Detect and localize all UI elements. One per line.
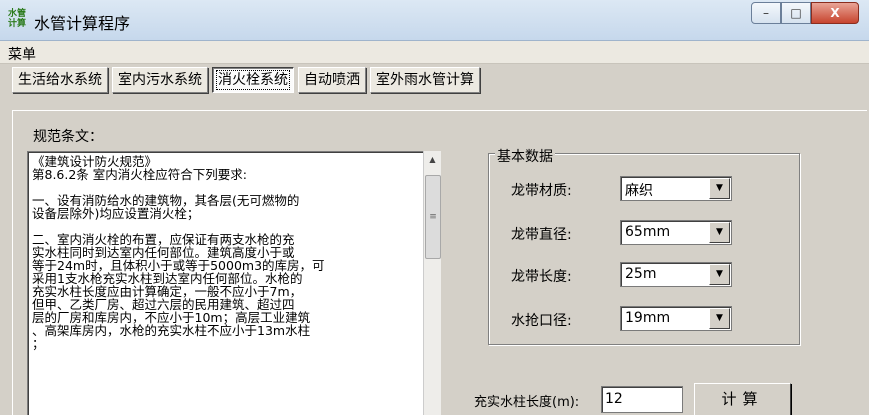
title-bar[interactable]: 水管 计算 水管计算程序 – □ X [0, 0, 869, 41]
scroll-thumb[interactable]: ≡ [425, 175, 441, 259]
tab-label: 消火栓系统 [216, 70, 290, 90]
tab-domestic-water[interactable]: 生活给水系统 [12, 67, 108, 93]
minimize-icon: – [763, 6, 769, 20]
tab-outdoor-rainwater[interactable]: 室外雨水管计算 [370, 67, 480, 93]
chevron-down-icon[interactable]: ▼ [709, 178, 730, 199]
close-button[interactable]: X [811, 2, 859, 24]
tab-label: 自动喷洒 [304, 72, 360, 88]
app-icon: 水管 计算 [8, 9, 27, 29]
maximize-button[interactable]: □ [781, 2, 811, 24]
menu-main[interactable]: 菜单 [8, 44, 36, 64]
hose-length-label: 龙带长度: [511, 269, 572, 285]
app-window: 水管 计算 水管计算程序 – □ X 菜单 生活给水系统 室内污水系统 消火栓系… [0, 0, 869, 415]
nozzle-diameter-select[interactable]: 19mm ▼ [620, 306, 732, 331]
caption-buttons: – □ X [751, 2, 859, 24]
spec-textarea[interactable]: 《建筑设计防火规范》 第8.6.2条 室内消火栓应符合下列要求: 一、设有消防给… [27, 151, 424, 415]
spec-text: 《建筑设计防火规范》 第8.6.2条 室内消火栓应符合下列要求: 一、设有消防给… [32, 154, 325, 351]
hose-material-select[interactable]: 麻织 ▼ [620, 176, 732, 201]
result-input[interactable]: 12 [601, 386, 683, 413]
chevron-down-icon[interactable]: ▼ [709, 308, 730, 329]
tab-label: 室外雨水管计算 [376, 72, 474, 88]
calculate-button[interactable]: 计算 [694, 383, 791, 415]
grip-icon: ≡ [429, 212, 437, 222]
hose-diameter-label: 龙带直径: [511, 227, 572, 243]
spec-scrollbar[interactable]: ▲ ≡ [423, 151, 441, 415]
hose-material-value: 麻织 [625, 183, 653, 199]
tab-sprinkler[interactable]: 自动喷洒 [298, 67, 366, 93]
close-icon: X [830, 6, 840, 20]
menu-bar: 菜单 [0, 41, 869, 64]
chevron-down-icon[interactable]: ▼ [709, 264, 730, 285]
hose-diameter-value: 65mm [625, 224, 671, 240]
spec-label: 规范条文： [33, 129, 103, 145]
basic-data-title: 基本数据 [495, 146, 555, 166]
hose-diameter-select[interactable]: 65mm ▼ [620, 220, 732, 245]
scroll-up-icon[interactable]: ▲ [424, 151, 441, 168]
tab-indoor-sewage[interactable]: 室内污水系统 [112, 67, 208, 93]
window-title: 水管计算程序 [34, 14, 131, 33]
chevron-down-icon[interactable]: ▼ [709, 222, 730, 243]
nozzle-diameter-value: 19mm [625, 310, 671, 326]
tab-label: 室内污水系统 [118, 72, 202, 88]
hose-length-select[interactable]: 25m ▼ [620, 262, 732, 287]
tab-label: 生活给水系统 [18, 72, 102, 88]
minimize-button[interactable]: – [751, 2, 781, 24]
tab-panel: 规范条文： 《建筑设计防火规范》 第8.6.2条 室内消火栓应符合下列要求: 一… [12, 110, 867, 415]
maximize-icon: □ [790, 6, 802, 20]
tab-strip: 生活给水系统 室内污水系统 消火栓系统 自动喷洒 室外雨水管计算 [12, 67, 484, 95]
result-value: 12 [605, 391, 623, 407]
tab-fire-hydrant[interactable]: 消火栓系统 [212, 67, 294, 93]
result-label: 充实水柱长度(m): [474, 395, 580, 410]
nozzle-diameter-label: 水抢口径: [511, 313, 572, 329]
hose-material-label: 龙带材质: [511, 183, 572, 199]
hose-length-value: 25m [625, 266, 657, 282]
